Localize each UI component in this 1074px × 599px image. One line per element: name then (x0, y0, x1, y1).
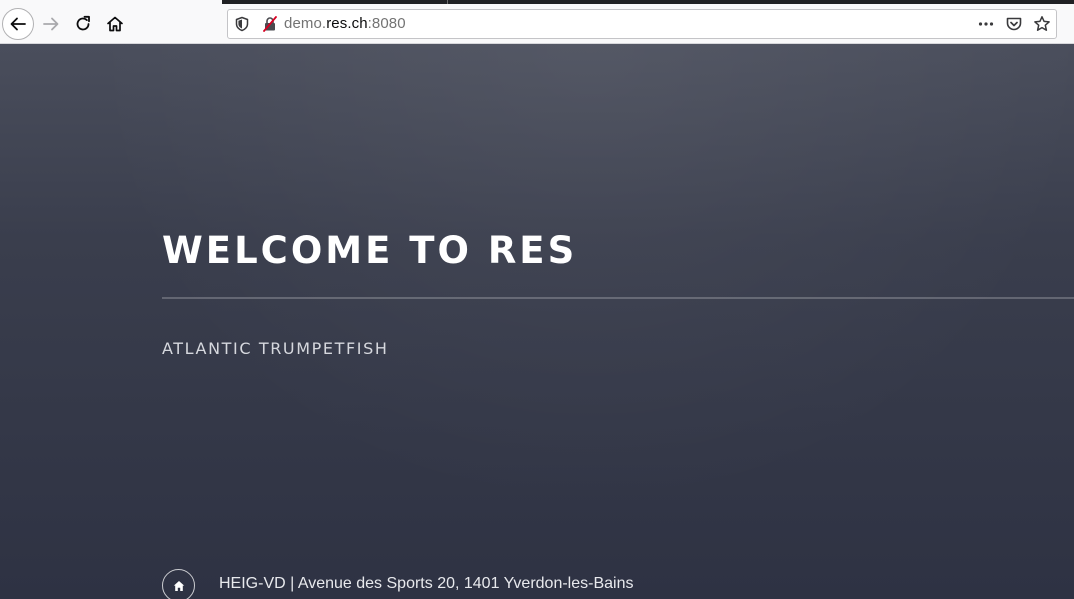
pocket-icon[interactable] (1005, 15, 1023, 33)
browser-toolbar: demo.res.ch:8080 (0, 0, 1074, 44)
url-subdomain: demo. (284, 15, 327, 32)
tab-separator (447, 0, 448, 4)
url-text[interactable]: demo.res.ch:8080 (284, 15, 406, 32)
footer-address: HEIG-VD | Avenue des Sports 20, 1401 Yve… (219, 575, 634, 592)
url-host: res.ch (326, 15, 368, 32)
page-content: WELCOME TO RES ATLANTIC TRUMPETFISH HEIG… (0, 44, 1074, 599)
ellipsis-icon[interactable] (977, 15, 995, 33)
reload-button[interactable] (67, 8, 99, 40)
title-divider (162, 297, 1074, 299)
browser-window: demo.res.ch:8080 WELCOME TO RES ATLANTIC… (0, 0, 1074, 599)
tab-strip (222, 0, 1074, 4)
back-button[interactable] (2, 8, 34, 40)
home-button[interactable] (99, 8, 131, 40)
home-icon (107, 16, 123, 32)
insecure-lock-icon[interactable] (262, 16, 278, 32)
footer-home-link[interactable] (162, 569, 195, 599)
address-bar[interactable]: demo.res.ch:8080 (227, 9, 1057, 39)
shield-icon[interactable] (234, 16, 250, 32)
forward-button[interactable] (35, 8, 67, 40)
star-icon[interactable] (1033, 15, 1051, 33)
page-title: WELCOME TO RES (162, 229, 578, 272)
url-port: :8080 (367, 15, 406, 32)
home-icon (173, 580, 184, 591)
reload-icon (76, 15, 90, 31)
back-arrow-icon (10, 17, 26, 31)
forward-arrow-icon (43, 17, 59, 31)
page-subtitle: ATLANTIC TRUMPETFISH (162, 339, 389, 358)
